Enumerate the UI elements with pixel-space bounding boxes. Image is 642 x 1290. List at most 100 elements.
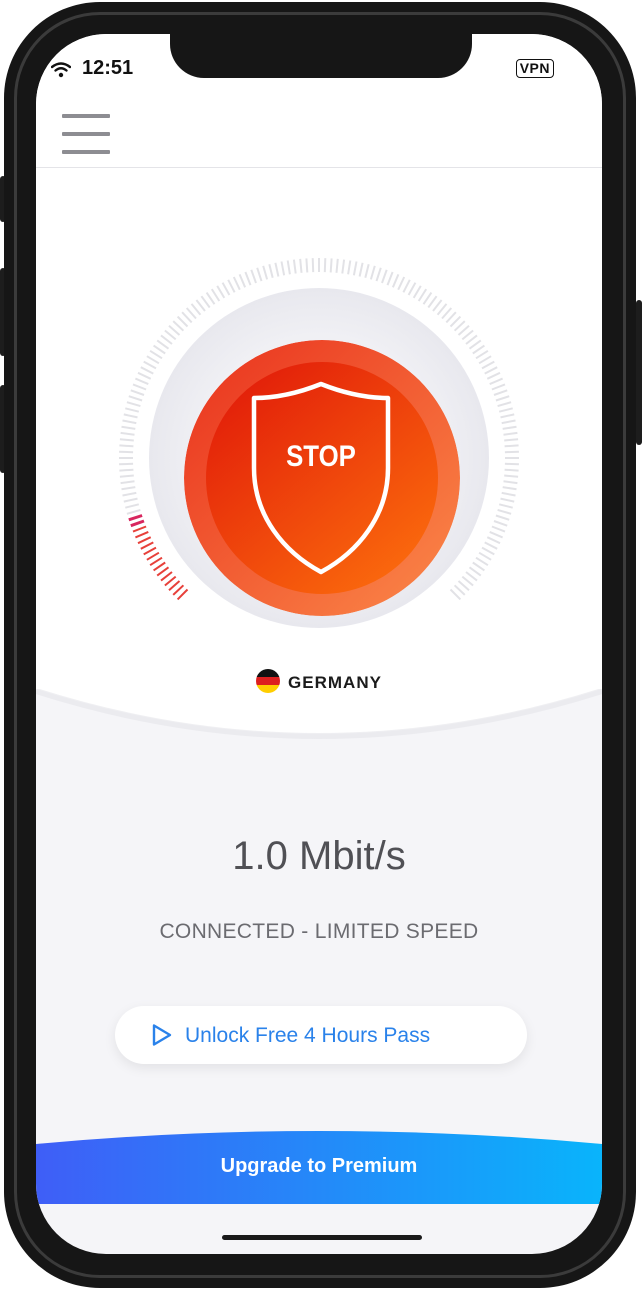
dial-tick [176,315,189,328]
germany-flag-icon [256,669,281,693]
dial-tick [453,584,466,596]
dial-tick [478,551,492,561]
dial-tick [503,480,518,485]
vpn-badge: VPN [515,59,554,78]
dial-tick [453,320,466,332]
dial-tick [164,329,177,341]
dial-tick [119,462,134,466]
dial-tick-active [168,580,181,592]
dial-tick [123,413,138,419]
dial-tick [489,377,503,386]
dial-tick-active [176,588,189,601]
dial-tick [475,349,489,360]
dial-tick [153,344,166,355]
dial-tick [119,444,134,448]
dial-tick [149,349,163,360]
dial-tick [397,276,406,291]
dial-tick [280,261,286,276]
unlock-pass-label: Unlock Free 4 Hours Pass [185,1024,431,1047]
header-divider [36,167,602,168]
dial-tick-active [156,566,170,577]
country-selector[interactable]: GERMANY [36,669,602,697]
play-icon [152,1024,172,1046]
dial-tick [122,419,137,425]
dial-tick [347,260,352,275]
dial-tick [500,497,515,503]
dial-tick [119,468,134,472]
dial-tick [146,355,160,365]
dial-tick [132,383,147,391]
dial-tick [427,295,438,309]
hamburger-menu-icon[interactable] [62,114,112,156]
dial-tick [135,377,149,386]
stop-label: STOP [286,440,356,473]
dial-tick [120,431,135,436]
dial-tick [335,258,339,273]
dial-tick [232,276,241,291]
dial-tick [486,371,501,380]
dial-tick-active [164,575,177,587]
dial-tick [125,407,140,413]
dial-tick [491,525,506,533]
dial-tick [238,274,247,288]
dial-tick [441,307,453,320]
dial-tick [498,407,513,413]
dial-tick [364,264,370,279]
dial-tick [457,580,470,592]
dial-tick [465,334,478,345]
dial-tick [160,334,173,345]
dial-tick [468,339,482,350]
dial-tick [172,320,185,332]
dial-tick [493,389,508,396]
dial-tick-active [137,536,152,545]
dial-tick [120,480,135,485]
dial-tick [472,344,485,355]
dial-tick [168,324,181,336]
upgrade-premium-label: Upgrade to Premium [220,1155,418,1177]
dial-tick [244,271,252,286]
dial-tick [130,389,145,396]
dial-tick-active [146,551,160,561]
dial-tick [262,265,269,280]
dial-tick [323,258,327,273]
dial-tick [268,264,274,279]
dial-tick [358,262,364,277]
dial-tick [122,491,137,497]
dial-tick [391,274,400,288]
dial-tick [504,438,519,442]
dial-tick-active [149,556,163,567]
dial-tick [140,366,154,375]
dial-tick [475,556,489,567]
dial-tick [481,360,495,370]
dial-tick [412,285,422,299]
dial-tick [250,269,257,284]
dial-tick [143,360,157,370]
dial-tick [205,292,216,305]
dial-tick [457,324,470,336]
dial-tick [381,269,388,284]
dial-tick [422,292,433,305]
dial-tick [128,395,143,402]
dial-tick [311,258,315,273]
dial-tick-active [160,571,173,582]
dial-tick [126,508,141,515]
dial-tick [501,419,516,425]
dial-tick [119,474,134,478]
dial-tick [489,530,503,539]
dial-tick [375,267,382,282]
dial-tick [484,541,498,550]
dial-tick-active [153,561,166,572]
dial-tick [472,561,485,572]
dial-tick [484,366,498,375]
dial-tick [352,261,358,276]
dial-tick [386,271,394,286]
dial-tick [274,262,280,277]
dial-tick-active [132,525,147,533]
dial-tick [210,288,221,302]
dial-tick [497,401,512,408]
dial-tick [119,438,134,442]
dial-tick-active [140,541,154,550]
dial-tick [227,279,236,293]
unlock-pass-button[interactable]: Unlock Free 4 Hours Pass [115,1006,527,1064]
dial-tick-active [128,514,143,522]
